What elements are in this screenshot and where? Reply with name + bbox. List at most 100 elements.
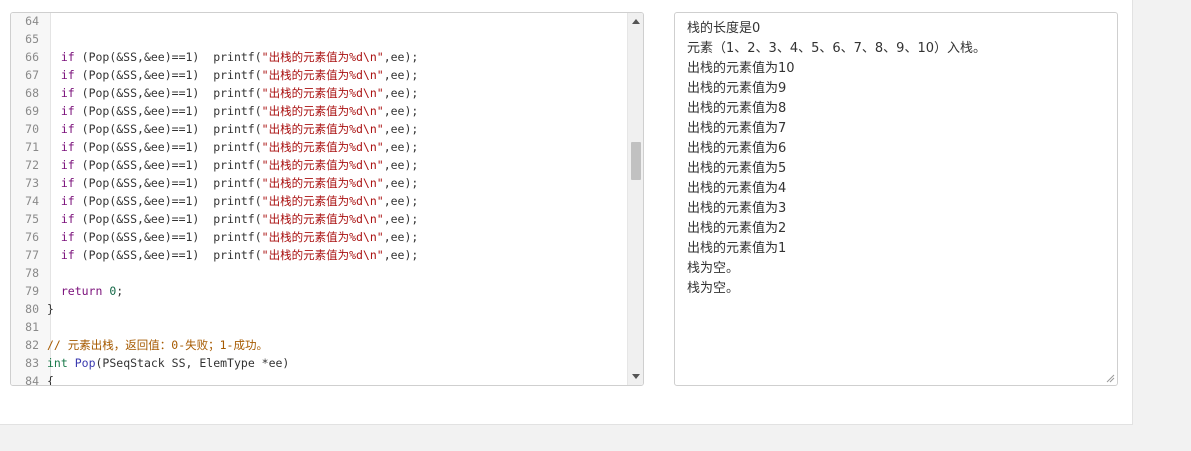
code-text: if (Pop(&SS,&ee)==1) printf("出栈的元素值为%d\n…: [47, 192, 418, 210]
code-token: (Pop(&SS,&ee)==1) printf(: [74, 212, 262, 226]
code-text: // 元素出栈，返回值：0-失败；1-成功。: [47, 336, 268, 354]
code-text: if (Pop(&SS,&ee)==1) printf("出栈的元素值为%d\n…: [47, 174, 418, 192]
line-number: 72: [25, 158, 39, 172]
code-line: 75 if (Pop(&SS,&ee)==1) printf("出栈的元素值为%…: [11, 210, 628, 228]
code-token: "出栈的元素值为%d\n": [261, 104, 384, 118]
code-line: 69 if (Pop(&SS,&ee)==1) printf("出栈的元素值为%…: [11, 102, 628, 120]
line-number: 78: [25, 266, 39, 280]
code-lines[interactable]: 64 65 66 if (Pop(&SS,&ee)==1) printf("出栈的元…: [11, 13, 628, 386]
output-line: 出栈的元素值为9: [687, 81, 787, 96]
code-token: "出栈的元素值为%d\n": [261, 230, 384, 244]
line-number: 67: [25, 68, 39, 82]
code-token: (Pop(&SS,&ee)==1) printf(: [74, 50, 262, 64]
code-token: if: [60, 158, 75, 172]
line-number: 65: [25, 32, 39, 46]
code-text: if (Pop(&SS,&ee)==1) printf("出栈的元素值为%d\n…: [47, 66, 418, 84]
code-token: (Pop(&SS,&ee)==1) printf(: [74, 176, 262, 190]
code-text: if (Pop(&SS,&ee)==1) printf("出栈的元素值为%d\n…: [47, 48, 418, 66]
line-number: 66: [25, 50, 39, 64]
code-token: ,ee);: [383, 194, 419, 208]
code-token: if: [60, 86, 75, 100]
code-text: if (Pop(&SS,&ee)==1) printf("出栈的元素值为%d\n…: [47, 156, 418, 174]
output-line: 出栈的元素值为10: [687, 61, 795, 76]
code-token: "出栈的元素值为%d\n": [261, 158, 384, 172]
code-token: "出栈的元素值为%d\n": [261, 212, 384, 226]
code-line: 66 if (Pop(&SS,&ee)==1) printf("出栈的元素值为%…: [11, 48, 628, 66]
line-number: 76: [25, 230, 39, 244]
code-line: 80}: [11, 300, 628, 318]
code-line: 67 if (Pop(&SS,&ee)==1) printf("出栈的元素值为%…: [11, 66, 628, 84]
code-text: if (Pop(&SS,&ee)==1) printf("出栈的元素值为%d\n…: [47, 102, 418, 120]
resize-grip-icon[interactable]: [1105, 373, 1115, 383]
scroll-up-arrow-icon[interactable]: [632, 19, 640, 24]
code-token: if: [60, 194, 75, 208]
output-line: 出栈的元素值为2: [687, 221, 787, 236]
code-token: int: [47, 356, 68, 370]
code-line: 70 if (Pop(&SS,&ee)==1) printf("出栈的元素值为%…: [11, 120, 628, 138]
line-number: 69: [25, 104, 39, 118]
code-line: 84 {: [11, 372, 628, 386]
code-line: 73 if (Pop(&SS,&ee)==1) printf("出栈的元素值为%…: [11, 174, 628, 192]
output-textarea[interactable]: 栈的长度是0 元素（1、2、3、4、5、6、7、8、9、10）入栈。 出栈的元素值为…: [674, 12, 1118, 386]
code-token: "出栈的元素值为%d\n": [261, 122, 384, 136]
code-text: if (Pop(&SS,&ee)==1) printf("出栈的元素值为%d\n…: [47, 210, 418, 228]
line-number: 71: [25, 140, 39, 154]
code-editor[interactable]: 64 65 66 if (Pop(&SS,&ee)==1) printf("出栈的元…: [10, 12, 644, 386]
code-token: ,ee);: [383, 122, 419, 136]
output-line: 出栈的元素值为8: [687, 101, 787, 116]
code-token: if: [60, 248, 75, 262]
code-text: int Pop(PSeqStack SS, ElemType *ee): [47, 354, 289, 372]
code-token: }: [47, 302, 54, 316]
line-number: 81: [25, 320, 39, 334]
line-number: 80: [25, 302, 39, 316]
code-line: 81: [11, 318, 628, 336]
scroll-down-arrow-icon[interactable]: [632, 374, 640, 379]
code-token: (Pop(&SS,&ee)==1) printf(: [74, 86, 262, 100]
code-token: {: [47, 374, 54, 386]
code-text: if (Pop(&SS,&ee)==1) printf("出栈的元素值为%d\n…: [47, 138, 418, 156]
code-token: ,ee);: [383, 86, 419, 100]
code-token: ,ee);: [383, 176, 419, 190]
code-token: ,ee);: [383, 158, 419, 172]
line-number: 84: [25, 374, 39, 386]
code-token: "出栈的元素值为%d\n": [261, 176, 384, 190]
code-line: 77 if (Pop(&SS,&ee)==1) printf("出栈的元素值为%…: [11, 246, 628, 264]
code-text: {: [47, 372, 54, 386]
line-number: 82: [25, 338, 39, 352]
code-token: ,ee);: [383, 248, 419, 262]
line-number: 64: [25, 14, 39, 28]
code-token: // 元素出栈，返回值：0-失败；1-成功。: [47, 338, 268, 352]
line-number: 77: [25, 248, 39, 262]
code-token: return: [60, 284, 103, 298]
line-number: 74: [25, 194, 39, 208]
line-number: 73: [25, 176, 39, 190]
scrollbar-thumb[interactable]: [631, 142, 641, 180]
code-token: ,ee);: [383, 140, 419, 154]
code-token: ,ee);: [383, 212, 419, 226]
code-token: if: [60, 176, 75, 190]
code-line: 71 if (Pop(&SS,&ee)==1) printf("出栈的元素值为%…: [11, 138, 628, 156]
output-line: 栈为空。: [687, 281, 740, 296]
output-line: 栈为空。: [687, 261, 740, 276]
code-line: 83 int Pop(PSeqStack SS, ElemType *ee): [11, 354, 628, 372]
code-token: if: [60, 140, 75, 154]
code-text: if (Pop(&SS,&ee)==1) printf("出栈的元素值为%d\n…: [47, 120, 418, 138]
code-line: 74 if (Pop(&SS,&ee)==1) printf("出栈的元素值为%…: [11, 192, 628, 210]
code-token: "出栈的元素值为%d\n": [261, 50, 384, 64]
code-text: if (Pop(&SS,&ee)==1) printf("出栈的元素值为%d\n…: [47, 246, 418, 264]
editor-scrollbar[interactable]: [627, 13, 643, 385]
code-token: if: [60, 230, 75, 244]
code-token: ,ee);: [383, 68, 419, 82]
code-token: "出栈的元素值为%d\n": [261, 86, 384, 100]
output-line: 栈的长度是0: [687, 21, 761, 36]
code-token: "出栈的元素值为%d\n": [261, 194, 384, 208]
